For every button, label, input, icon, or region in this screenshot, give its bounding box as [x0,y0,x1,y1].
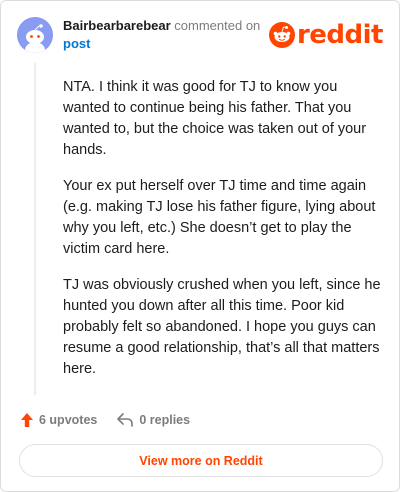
reddit-snoo-icon [268,22,295,48]
comment-action-text: commented on [174,18,261,33]
comment-embed-card: Bairbearbarebear commented on post reddi… [0,0,400,492]
author-name[interactable]: Bairbearbarebear [63,18,171,33]
reddit-logo[interactable]: reddit [268,19,384,51]
avatar[interactable] [17,17,53,53]
comment-meta: Bairbearbarebear commented on post [63,17,260,53]
comment-paragraph: TJ was obviously crushed when you left, … [63,277,381,377]
reply-count: 0 replies [139,413,191,427]
upvote-count: 6 upvotes [39,413,98,427]
view-more-button[interactable]: View more on Reddit [19,444,383,477]
upvote-arrow-icon [21,413,33,427]
reply-arrow-icon [117,413,134,427]
comment-paragraph: NTA. I think it was good for TJ to know … [63,79,367,158]
comment-paragraph: Your ex put herself over TJ time and tim… [63,178,376,257]
reddit-wordmark: reddit [296,20,384,50]
post-link[interactable]: post [63,35,260,53]
upvote-stat[interactable]: 6 upvotes [21,413,97,427]
comment-body: NTA. I think it was good for TJ to know … [63,77,381,395]
reply-stat[interactable]: 0 replies [117,413,190,427]
comment-header: Bairbearbarebear commented on post reddi… [17,17,384,57]
thread-line [34,63,36,395]
comment-footer: 6 upvotes 0 replies [21,410,210,430]
snoo-avatar-icon [17,17,53,53]
